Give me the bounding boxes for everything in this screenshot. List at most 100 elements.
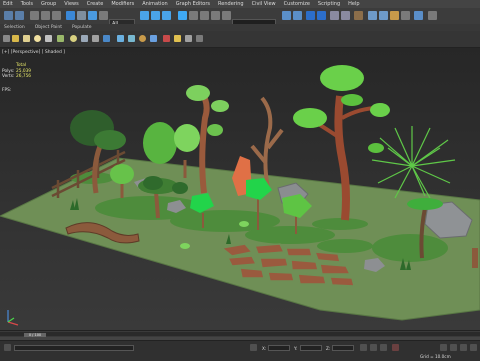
- panel-menu-icon[interactable]: [3, 35, 10, 42]
- menu-animation[interactable]: Animation: [139, 1, 173, 7]
- maxscript-icon[interactable]: [4, 344, 11, 351]
- z-coord-label: Z:: [326, 346, 331, 351]
- menu-rendering[interactable]: Rendering: [215, 1, 249, 7]
- select-object-icon[interactable]: [66, 11, 75, 20]
- menu-tools[interactable]: Tools: [18, 1, 38, 7]
- create-sphere-icon[interactable]: [34, 35, 41, 42]
- menu-modifiers[interactable]: Modifiers: [108, 1, 139, 7]
- rendered-frame-icon[interactable]: [379, 11, 388, 20]
- auto-key-icon[interactable]: [392, 344, 399, 351]
- stats-verts-label: Verts:: [2, 74, 15, 79]
- curve-editor-icon[interactable]: [330, 11, 339, 20]
- modify-icon[interactable]: [117, 35, 124, 42]
- window-crossing-icon[interactable]: [99, 11, 108, 20]
- redo-icon[interactable]: [15, 11, 24, 20]
- scale-icon[interactable]: [162, 11, 171, 20]
- menu-help[interactable]: Help: [345, 1, 364, 7]
- ribbon-tabs: Selection Object Paint Populate: [0, 24, 480, 31]
- orbit-icon[interactable]: [460, 344, 467, 351]
- render-icon[interactable]: [390, 11, 399, 20]
- ribbon-panel: [0, 31, 480, 48]
- time-slider-track[interactable]: 0 / 100: [0, 332, 480, 337]
- angle-snap-icon[interactable]: [189, 11, 198, 20]
- toggle-ribbon-icon[interactable]: [317, 11, 326, 20]
- render-setup-icon[interactable]: [368, 11, 377, 20]
- undo-icon[interactable]: [4, 11, 13, 20]
- create-plane-icon[interactable]: [45, 35, 52, 42]
- material-editor-icon[interactable]: [354, 11, 363, 20]
- menu-create[interactable]: Create: [84, 1, 109, 7]
- status-bar: X: Y: Z: Grid = 10.0cm: [0, 340, 480, 361]
- select-by-name-icon[interactable]: [77, 11, 86, 20]
- y-coord-field[interactable]: [300, 345, 322, 351]
- percent-snap-icon[interactable]: [200, 11, 209, 20]
- snaps-toggle-icon[interactable]: [178, 11, 187, 20]
- small-bush: [180, 243, 190, 249]
- go-to-end-icon[interactable]: [380, 344, 387, 351]
- layer-explorer-icon[interactable]: [306, 11, 315, 20]
- workspace-icon[interactable]: [428, 11, 437, 20]
- motion-icon[interactable]: [139, 35, 146, 42]
- grass-patch: [372, 234, 448, 262]
- pan-icon[interactable]: [450, 344, 457, 351]
- grass-patch: [312, 218, 368, 230]
- menu-scripting[interactable]: Scripting: [315, 1, 345, 7]
- rotate-icon[interactable]: [151, 11, 160, 20]
- display-icon[interactable]: [150, 35, 157, 42]
- create-cylinder-icon[interactable]: [23, 35, 30, 42]
- prompt-line: [14, 345, 134, 351]
- link-icon[interactable]: [30, 11, 39, 20]
- tab-selection[interactable]: Selection: [0, 25, 31, 30]
- scene-render: [0, 48, 480, 330]
- lock-selection-icon[interactable]: [250, 344, 257, 351]
- play-icon[interactable]: [370, 344, 377, 351]
- menu-customize[interactable]: Customize: [281, 1, 315, 7]
- scene-explorer-icon[interactable]: [185, 35, 192, 42]
- perspective-viewport[interactable]: [+] [Perspective] [ Shaded ] Total Polys…: [0, 48, 480, 330]
- spinner-snap-icon[interactable]: [211, 11, 220, 20]
- menu-group[interactable]: Group: [38, 1, 61, 7]
- go-to-start-icon[interactable]: [360, 344, 367, 351]
- x-coord-field[interactable]: [268, 345, 290, 351]
- small-bush: [239, 221, 249, 227]
- create-camera-icon[interactable]: [81, 35, 88, 42]
- grass-patch: [317, 239, 373, 253]
- palette-icon[interactable]: [174, 35, 181, 42]
- maximize-viewport-icon[interactable]: [470, 344, 477, 351]
- help-icon[interactable]: [414, 11, 423, 20]
- move-icon[interactable]: [140, 11, 149, 20]
- z-coord-field[interactable]: [332, 345, 354, 351]
- menu-civil-view[interactable]: Civil View: [249, 1, 281, 7]
- create-light-icon[interactable]: [70, 35, 77, 42]
- stats-polys: 25,039: [16, 68, 32, 74]
- tab-populate[interactable]: Populate: [68, 25, 98, 30]
- render-cloud-icon[interactable]: [401, 11, 410, 20]
- scene-statistics: Total Polys: 25,039 Verts: 26,756: [2, 63, 31, 80]
- mirror-icon[interactable]: [282, 11, 291, 20]
- fence-post: [472, 248, 478, 268]
- hierarchy-icon[interactable]: [128, 35, 135, 42]
- menu-graph-editors[interactable]: Graph Editors: [173, 1, 215, 7]
- menu-views[interactable]: Views: [61, 1, 83, 7]
- settings-icon[interactable]: [196, 35, 203, 42]
- select-region-icon[interactable]: [88, 11, 97, 20]
- menu-edit[interactable]: Edit: [0, 1, 18, 7]
- schematic-view-icon[interactable]: [341, 11, 350, 20]
- stats-verts: 26,756: [16, 74, 32, 79]
- tab-object-paint[interactable]: Object Paint: [31, 25, 68, 30]
- unlink-icon[interactable]: [41, 11, 50, 20]
- viewport-label[interactable]: [+] [Perspective] [ Shaded ]: [2, 50, 65, 55]
- zoom-icon[interactable]: [440, 344, 447, 351]
- stats-total: Total: [16, 63, 27, 68]
- create-teapot-icon[interactable]: [57, 35, 64, 42]
- grass-patch: [70, 172, 114, 184]
- create-box-icon[interactable]: [12, 35, 19, 42]
- utilities-icon[interactable]: [163, 35, 170, 42]
- create-spacewarp-icon[interactable]: [103, 35, 110, 42]
- main-toolbar: All: [0, 8, 480, 27]
- named-selection-icon[interactable]: [222, 11, 231, 20]
- create-helper-icon[interactable]: [92, 35, 99, 42]
- bind-icon[interactable]: [52, 11, 61, 20]
- y-coord-label: Y:: [294, 346, 298, 351]
- align-icon[interactable]: [293, 11, 302, 20]
